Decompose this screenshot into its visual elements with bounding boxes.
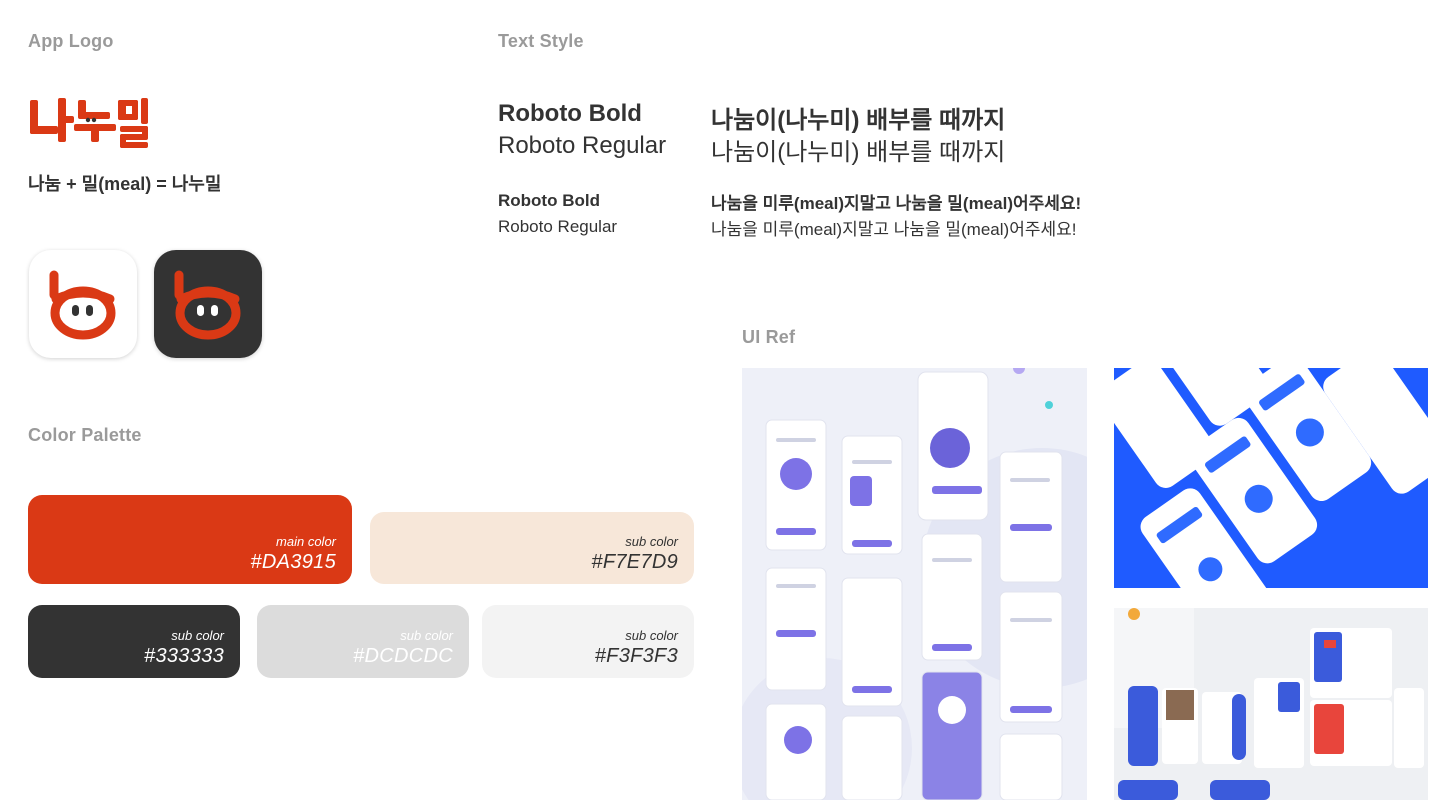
logo-formula: 나눔 + 밀(meal) = 나누밀: [28, 174, 222, 194]
swatch-label: main color: [276, 534, 336, 549]
text-sample-large-bold: Roboto Bold: [498, 100, 642, 127]
swatch-main: main color #DA3915: [28, 495, 352, 584]
swatch-hex: #DA3915: [250, 551, 336, 573]
text-sample-small-regular: Roboto Regular: [498, 217, 618, 236]
smile-logo-icon: [49, 270, 116, 340]
onboarding-screens-image: [742, 368, 1087, 800]
swatch-sub-dark: sub color #333333: [28, 605, 240, 678]
swatch-label: sub color: [625, 534, 678, 549]
ko-sample-large-bold: 나눔이(나누미) 배부를 때까지: [711, 107, 1006, 134]
ko-sample-small-bold: 나눔을 미루(meal)지말고 나눔을 밀(meal)어주세요!: [711, 194, 1082, 213]
ui-ref-onboarding-screens: [742, 368, 1087, 800]
text-sample-large-regular: Roboto Regular: [498, 132, 667, 159]
swatch-hex: #F7E7D9: [591, 551, 678, 573]
ui-ref-blue-phone-mockups: [1114, 368, 1428, 588]
text-sample-small-bold: Roboto Bold: [498, 191, 600, 210]
swatch-hex: #DCDCDC: [353, 645, 453, 667]
text-style-title: Text Style: [498, 31, 584, 51]
swatch-hex: #333333: [144, 645, 224, 667]
app-logo-title: App Logo: [28, 31, 114, 51]
color-palette-title: Color Palette: [28, 425, 142, 445]
swatch-label: sub color: [171, 628, 224, 643]
ui-ref-title: UI Ref: [742, 327, 796, 347]
smile-logo-icon: [174, 270, 241, 340]
logo-wordmark: [30, 98, 148, 148]
blue-phone-mockups-image: [1114, 368, 1428, 588]
swatch-sub-gray: sub color #DCDCDC: [257, 605, 469, 678]
swatch-label: sub color: [400, 628, 453, 643]
swatch-sub-light: sub color #F3F3F3: [482, 605, 694, 678]
swatch-sub-beige: sub color #F7E7D9: [370, 512, 694, 584]
app-icon-light: [29, 250, 137, 358]
ko-sample-small-regular: 나눔을 미루(meal)지말고 나눔을 밀(meal)어주세요!: [711, 220, 1077, 239]
article-cards-image: [1114, 608, 1424, 800]
app-icon-dark: [154, 250, 262, 358]
swatch-label: sub color: [625, 628, 678, 643]
ko-sample-large-regular: 나눔이(나누미) 배부를 때까지: [711, 139, 1006, 166]
swatch-hex: #F3F3F3: [594, 645, 678, 667]
ui-ref-article-cards: [1114, 608, 1428, 800]
